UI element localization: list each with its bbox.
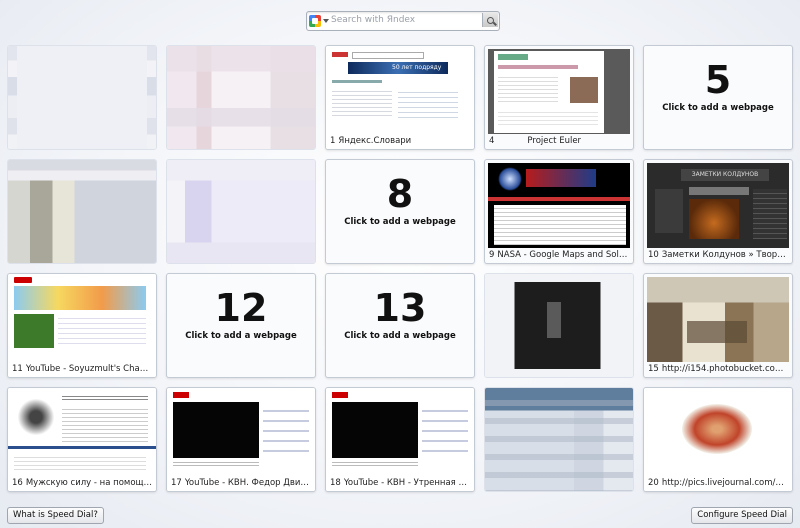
- speed-dial-tile-blurred[interactable]: [484, 387, 634, 492]
- tile-caption: 10 Заметки Колдунов » Твори…: [648, 250, 789, 260]
- speed-dial-tile-16[interactable]: 16 Мужскую силу - на помощь…: [7, 387, 157, 492]
- speed-dial-tile-1[interactable]: 50 лет подряду 1 Яндекс.Словари: [325, 45, 475, 150]
- page-thumbnail: 50 лет подряду: [326, 46, 474, 149]
- speed-dial-tile-17[interactable]: 17 YouTube - КВН. Федор Двин…: [166, 387, 316, 492]
- tile-caption: 20 http://pics.livejournal.com/m…: [648, 478, 789, 488]
- speed-dial-tile-5-empty[interactable]: 5 Click to add a webpage: [643, 45, 793, 150]
- search-engine-selector[interactable]: [309, 14, 329, 28]
- speed-dial-grid: 50 лет подряду 1 Яндекс.Словари 4 Project …: [7, 45, 798, 500]
- search-button[interactable]: [482, 13, 498, 27]
- page-thumbnail: [326, 388, 474, 491]
- speed-dial-tile-13-empty[interactable]: 13 Click to add a webpage: [325, 273, 475, 378]
- add-webpage-label: Click to add a webpage: [185, 331, 297, 341]
- page-thumbnail: [8, 388, 156, 491]
- site-banner: ЗАМЕТКИ КОЛДУНОВ: [681, 169, 769, 181]
- search-box[interactable]: [306, 11, 500, 31]
- slot-number: 5: [704, 58, 732, 102]
- slot-number: 8: [386, 172, 414, 216]
- blurred-thumbnail: [8, 160, 156, 263]
- speed-dial-tile-8-empty[interactable]: 8 Click to add a webpage: [325, 159, 475, 264]
- page-thumbnail: [167, 388, 315, 491]
- tile-caption: 11 YouTube - Soyuzmult's Chan…: [12, 364, 153, 374]
- speed-dial-tile-blurred[interactable]: [166, 45, 316, 150]
- google-icon: [309, 15, 321, 27]
- speed-dial-tile-15[interactable]: 15 http://i154.photobucket.com…: [643, 273, 793, 378]
- speed-dial-tile-blurred[interactable]: [7, 159, 157, 264]
- blurred-thumbnail: [8, 46, 156, 149]
- page-thumbnail: ЗАМЕТКИ КОЛДУНОВ: [647, 163, 789, 248]
- page-thumbnail: [488, 49, 630, 134]
- add-webpage-label: Click to add a webpage: [662, 103, 774, 113]
- page-thumbnail: [644, 388, 792, 491]
- speed-dial-tile-blurred[interactable]: [484, 273, 634, 378]
- configure-speed-dial-button[interactable]: Configure Speed Dial: [691, 507, 793, 524]
- search-input[interactable]: [331, 13, 481, 27]
- tile-caption: 17 YouTube - КВН. Федор Двин…: [171, 478, 312, 488]
- chevron-down-icon: [323, 19, 329, 23]
- tile-caption: 4 Project Euler: [489, 136, 582, 146]
- tile-caption: 15 http://i154.photobucket.com…: [648, 364, 789, 374]
- tile-caption: 18 YouTube - КВН - Утренная т…: [330, 478, 471, 488]
- tile-caption: 9 NASA - Google Maps and Sola…: [489, 250, 630, 260]
- speed-dial-tile-12-empty[interactable]: 12 Click to add a webpage: [166, 273, 316, 378]
- page-thumbnail: [8, 274, 156, 377]
- speed-dial-tile-blurred[interactable]: [7, 45, 157, 150]
- page-thumbnail: [488, 163, 630, 248]
- speed-dial-tile-11[interactable]: 11 YouTube - Soyuzmult's Chan…: [7, 273, 157, 378]
- add-webpage-label: Click to add a webpage: [344, 217, 456, 227]
- speed-dial-tile-4[interactable]: 4 Project Euler: [484, 45, 634, 150]
- site-banner: 50 лет подряду: [392, 64, 442, 71]
- slot-number: 12: [214, 286, 268, 330]
- speed-dial-tile-18[interactable]: 18 YouTube - КВН - Утренная т…: [325, 387, 475, 492]
- tile-caption: 1 Яндекс.Словари: [330, 136, 412, 146]
- slot-number: 13: [373, 286, 427, 330]
- add-webpage-label: Click to add a webpage: [344, 331, 456, 341]
- what-is-speed-dial-button[interactable]: What is Speed Dial?: [7, 507, 104, 524]
- speed-dial-tile-10[interactable]: ЗАМЕТКИ КОЛДУНОВ 10 Заметки Колдунов » Тв…: [643, 159, 793, 264]
- tile-caption: 16 Мужскую силу - на помощь…: [12, 478, 153, 488]
- speed-dial-tile-blurred[interactable]: [166, 159, 316, 264]
- search-icon: [487, 16, 494, 24]
- speed-dial-tile-9[interactable]: 9 NASA - Google Maps and Sola…: [484, 159, 634, 264]
- page-thumbnail: [647, 277, 789, 362]
- speed-dial-tile-20[interactable]: 20 http://pics.livejournal.com/m…: [643, 387, 793, 492]
